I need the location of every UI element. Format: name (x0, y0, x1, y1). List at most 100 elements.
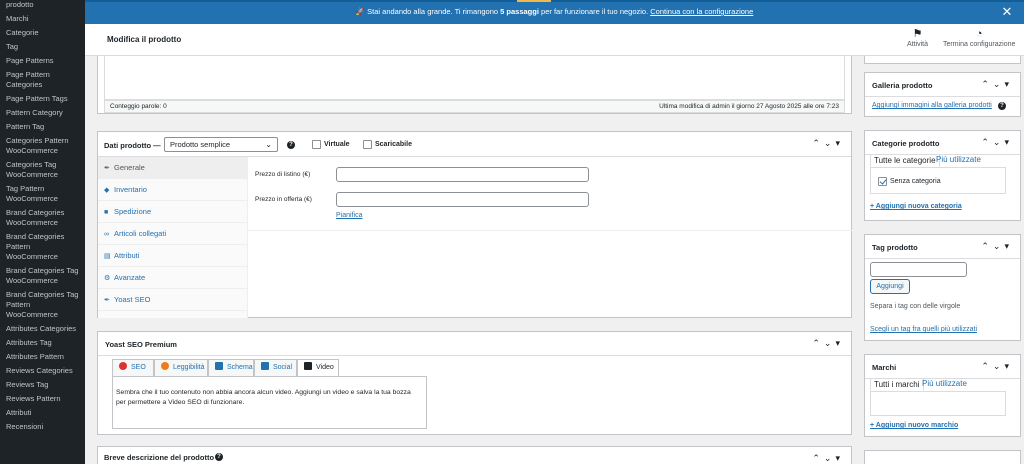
tab-generale[interactable]: ✒ Generale (98, 157, 247, 179)
sidebar-item[interactable]: Brand Categories WooCommerce (0, 206, 85, 230)
sidebar-item-label: Categorie (6, 28, 39, 37)
sidebar-item[interactable]: prodotto (0, 0, 85, 12)
triangle-icon[interactable]: ▾ (1004, 241, 1013, 251)
add-tag-button[interactable]: Aggiungi (870, 279, 910, 294)
sidebar-item[interactable]: Tag (0, 40, 85, 54)
sidebar-item[interactable]: Recensioni (0, 420, 85, 434)
sidebar-item[interactable]: Brand Categories Pattern WooCommerce (0, 230, 85, 264)
yoast-tab-video[interactable]: Video (297, 359, 339, 377)
sidebar-item[interactable]: Categories Pattern WooCommerce (0, 134, 85, 158)
triangle-icon[interactable]: ▾ (1004, 137, 1013, 147)
tab-all-categories[interactable]: Tutte le categorie (870, 154, 940, 167)
sidebar-item[interactable]: Page Patterns (0, 54, 85, 68)
product-type-select[interactable]: Prodotto semplice ⌄ (164, 137, 278, 152)
add-brand-link[interactable]: + Aggiungi nuovo marchio (870, 422, 958, 429)
finish-setup-button[interactable]: ◔ Termina configurazione (943, 28, 1015, 48)
tab-avanzate[interactable]: ⚙ Avanzate (98, 267, 247, 289)
tab-articoli-collegati[interactable]: ∞ Articoli collegati (98, 223, 247, 245)
triangle-icon[interactable]: ▾ (1004, 79, 1013, 89)
yoast-tab-schema[interactable]: Schema (208, 359, 254, 376)
chevron-down-icon[interactable]: ⌄ (824, 338, 836, 348)
chevron-down-icon[interactable]: ⌄ (993, 241, 1005, 251)
editor-textarea[interactable] (104, 56, 845, 100)
sidebar-item[interactable]: Page Pattern Tags (0, 92, 85, 106)
tag-input[interactable] (870, 262, 967, 277)
tags-hint: Separa i tag con delle virgole (870, 303, 961, 310)
chevron-up-icon[interactable]: ⌃ (812, 138, 824, 148)
tab-spedizione[interactable]: ■ Spedizione (98, 201, 247, 223)
yoast-tab-leggibilit[interactable]: Leggibilità (154, 359, 208, 376)
help-icon[interactable]: ? (998, 102, 1006, 110)
schedule-link[interactable]: Pianifica (336, 212, 362, 219)
downloadable-checkbox[interactable] (363, 140, 372, 149)
tab-icon: ✒ (104, 165, 110, 172)
tags-header: Tag prodotto ⌃⌄▾ (865, 235, 1020, 259)
activity-label: Attività (907, 41, 929, 48)
chevron-down-icon[interactable]: ⌄ (993, 79, 1005, 89)
sidebar-item[interactable]: Brand Categories Tag Pattern WooCommerce (0, 288, 85, 322)
chevron-up-icon[interactable]: ⌃ (981, 79, 993, 89)
tab-yoast-seo[interactable]: ✒ Yoast SEO (98, 289, 247, 311)
sidebar-item[interactable]: Marchi (0, 12, 85, 26)
sale-price-input[interactable] (336, 192, 589, 207)
sidebar-item-label: Attributes Categories (6, 324, 77, 333)
sidebar-item[interactable]: Pattern Category (0, 106, 85, 120)
add-gallery-images-link[interactable]: Aggiungi immagini alla galleria prodotti (872, 102, 992, 109)
tab-popular-brands[interactable]: Più utilizzate (919, 378, 970, 391)
triangle-icon[interactable]: ▾ (835, 138, 844, 148)
tab-all-brands[interactable]: Tutti i marchi (870, 378, 924, 391)
chevron-up-icon[interactable]: ⌃ (981, 361, 993, 371)
popular-tags-link[interactable]: Scegli un tag fra quelli più utilizzati (870, 326, 977, 333)
sidebar-item-label: WooCommerce (6, 218, 58, 227)
banner-continue-link[interactable]: Continua con la configurazione (650, 7, 753, 16)
sidebar-item[interactable]: Page Pattern Categories (0, 68, 85, 92)
help-icon[interactable]: ? (287, 141, 295, 149)
activity-button[interactable]: ⚑ Attività (907, 28, 928, 48)
chevron-up-icon[interactable]: ⌃ (812, 453, 824, 463)
triangle-icon[interactable]: ▾ (835, 338, 844, 348)
add-category-link[interactable]: + Aggiungi nuova categoria (870, 203, 962, 210)
sidebar-item[interactable]: Reviews Tag (0, 378, 85, 392)
sidebar-item-label: Categories Pattern (6, 136, 69, 145)
chevron-up-icon[interactable]: ⌃ (981, 137, 993, 147)
sidebar-item-label: Page Pattern Tags (6, 94, 68, 103)
sidebar-item[interactable]: Attributes Tag (0, 336, 85, 350)
banner-text: 🚀 Stai andando alla grande. Ti rimangono (355, 7, 501, 16)
yoast-tab-social[interactable]: Social (254, 359, 297, 376)
sidebar-item[interactable]: Reviews Categories (0, 364, 85, 378)
sidebar-item[interactable]: Pattern Tag (0, 120, 85, 134)
regular-price-input[interactable] (336, 167, 589, 182)
chevron-down-icon[interactable]: ⌄ (824, 453, 836, 463)
banner-steps: 5 passaggi (500, 7, 539, 16)
sidebar-item[interactable]: Attributi (0, 406, 85, 420)
sidebar-item-label: WooCommerce (6, 170, 58, 179)
sidebar-item[interactable]: Categories Tag WooCommerce (0, 158, 85, 182)
video-seo-text-2: per permettere a Video SEO di funzionare… (116, 399, 245, 406)
sidebar-item[interactable]: Reviews Pattern (0, 392, 85, 406)
tab-attributi[interactable]: ▤ Attributi (98, 245, 247, 267)
chevron-up-icon[interactable]: ⌃ (981, 241, 993, 251)
virtual-checkbox[interactable] (312, 140, 321, 149)
chevron-down-icon[interactable]: ⌄ (993, 137, 1005, 147)
tab-inventario[interactable]: ◆ Inventario (98, 179, 247, 201)
triangle-icon[interactable]: ▾ (835, 453, 844, 463)
publish-box-bottom (864, 56, 1021, 64)
yoast-tab-seo[interactable]: SEO (112, 359, 154, 376)
tab-icon: ∞ (104, 231, 109, 238)
sidebar-item[interactable]: Categorie (0, 26, 85, 40)
chevron-up-icon[interactable]: ⌃ (812, 338, 824, 348)
chevron-down-icon[interactable]: ⌄ (993, 361, 1005, 371)
uncategorized-checkbox[interactable] (878, 177, 887, 186)
help-icon[interactable]: ? (215, 453, 223, 461)
sidebar-item[interactable]: Attributes Pattern (0, 350, 85, 364)
triangle-icon[interactable]: ▾ (1004, 361, 1013, 371)
video-seo-text-1: Sembra che il tuo contenuto non abbia an… (116, 389, 411, 396)
sidebar-item-label: Pattern Category (6, 108, 63, 117)
sidebar-item[interactable]: Attributes Categories (0, 322, 85, 336)
panel-controls: ⌃⌄▾ (981, 137, 1013, 148)
sidebar-item[interactable]: Tag Pattern WooCommerce (0, 182, 85, 206)
tab-popular-categories[interactable]: Più utilizzate (933, 154, 984, 167)
sidebar-item[interactable]: Brand Categories Tag WooCommerce (0, 264, 85, 288)
close-icon[interactable]: ✕ (1000, 5, 1014, 19)
chevron-down-icon[interactable]: ⌄ (824, 138, 836, 148)
